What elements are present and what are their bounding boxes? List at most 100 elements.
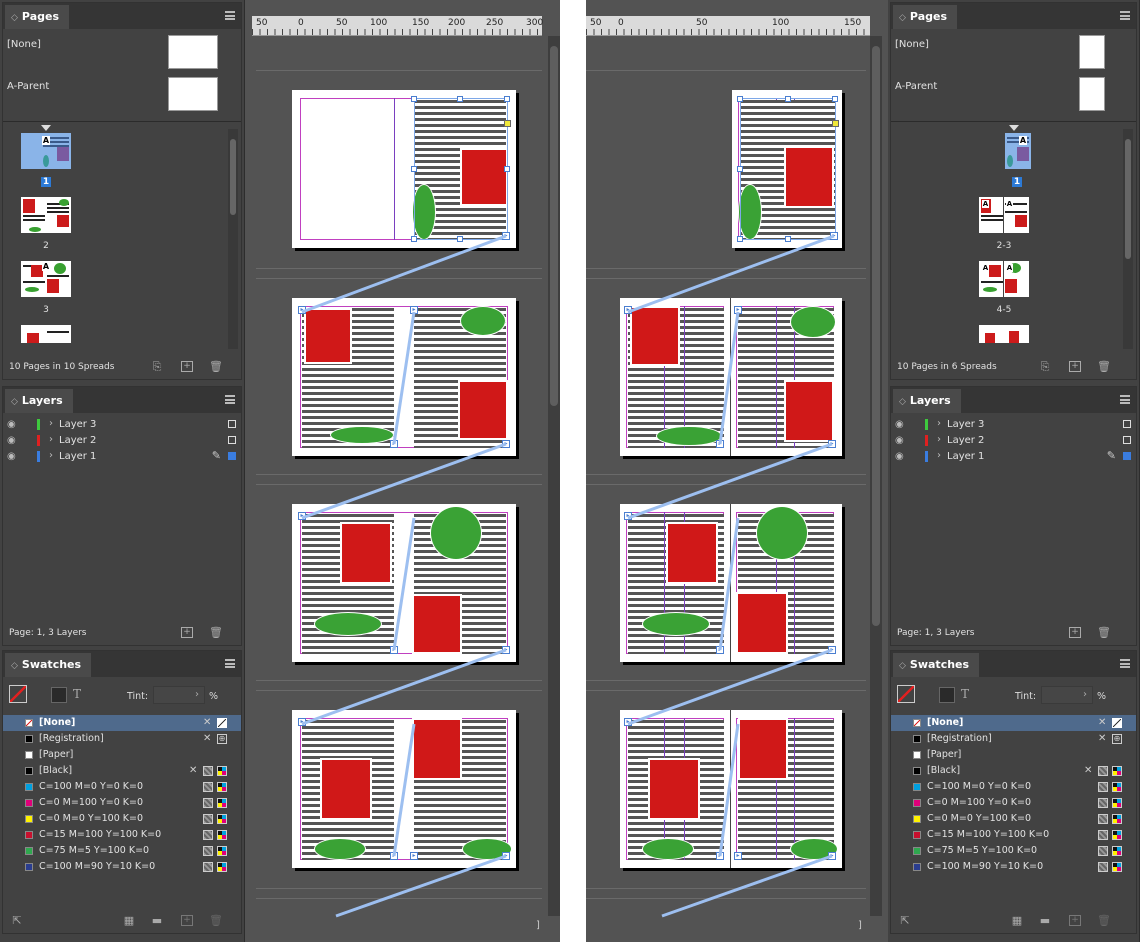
spread-pages-6-7[interactable]: ▸ ▸ ▸ ▸ [620, 710, 842, 868]
collapse-icon[interactable]: ◇ [899, 661, 906, 671]
in-port-icon[interactable]: ▸ [624, 306, 632, 314]
show-swatches-icon[interactable]: ⇱ [11, 915, 23, 926]
swatch-row[interactable]: C=15 M=100 Y=100 K=0 [3, 827, 241, 843]
horizontal-ruler[interactable]: 50 0 50 100 150 [586, 16, 870, 36]
parent-none[interactable]: [None] [7, 39, 41, 50]
select-square-icon[interactable] [228, 436, 236, 444]
fill-stroke-icon[interactable] [897, 685, 915, 703]
red-rectangle[interactable] [784, 380, 834, 442]
red-rectangle[interactable] [412, 718, 462, 780]
corner-option-icon[interactable] [832, 120, 839, 127]
out-port-icon[interactable]: ▸ [502, 646, 510, 654]
spread-pages-2-3[interactable]: ▸ ▸ ▸ ▸ [620, 298, 842, 456]
out-port-icon[interactable]: ▸ [502, 440, 510, 448]
new-swatch-icon[interactable]: + [1069, 915, 1081, 926]
out-port-icon[interactable]: ▸ [410, 852, 418, 860]
pages-scrollbar[interactable] [228, 129, 238, 349]
swatch-row[interactable]: [Paper] [891, 747, 1136, 763]
tab-pages[interactable]: ◇ Pages [893, 5, 957, 29]
new-layer-icon[interactable]: + [1069, 627, 1081, 638]
resize-handle[interactable] [457, 236, 463, 242]
swatch-row[interactable]: C=0 M=100 Y=0 K=0 [3, 795, 241, 811]
in-port-icon[interactable]: ▸ [298, 718, 306, 726]
in-port-icon[interactable]: ▸ [410, 306, 418, 314]
container-format-icon[interactable] [939, 687, 955, 703]
in-port-icon[interactable]: ▸ [624, 718, 632, 726]
canvas-scroll-thumb[interactable] [550, 46, 558, 406]
out-port-icon[interactable]: ▸ [390, 646, 398, 654]
chevron-right-icon[interactable]: › [937, 450, 941, 461]
eye-icon[interactable]: ◉ [895, 451, 907, 462]
selected-frame[interactable] [414, 98, 508, 240]
new-page-icon[interactable]: + [181, 361, 193, 372]
eye-icon[interactable]: ◉ [7, 451, 19, 462]
resize-handle[interactable] [457, 96, 463, 102]
in-port-icon[interactable]: ▸ [734, 306, 742, 314]
layer-row-3[interactable]: ◉ › Layer 3 [891, 417, 1136, 433]
chevron-right-icon[interactable]: › [937, 434, 941, 445]
folder-icon[interactable]: ▬ [1039, 915, 1051, 926]
resize-grip-icon[interactable]: ] [858, 920, 862, 931]
layer-row-1[interactable]: ◉ › Layer 1 ✎ [3, 449, 241, 465]
in-port-icon[interactable]: ▸ [298, 306, 306, 314]
trash-icon[interactable]: 🗑 [209, 627, 223, 638]
resize-handle[interactable] [785, 236, 791, 242]
fill-stroke-icon[interactable] [9, 685, 27, 703]
eye-icon[interactable]: ◉ [7, 435, 19, 446]
red-rectangle[interactable] [630, 306, 680, 366]
out-port-icon[interactable]: ▸ [734, 852, 742, 860]
parent-none-thumb[interactable] [1079, 35, 1105, 69]
swatch-row[interactable]: C=0 M=100 Y=0 K=0 [891, 795, 1136, 811]
collapse-icon[interactable]: ◇ [899, 397, 906, 407]
panel-menu-icon[interactable] [1120, 395, 1130, 404]
panel-menu-icon[interactable] [1120, 659, 1130, 668]
container-format-icon[interactable] [51, 687, 67, 703]
trash-icon[interactable]: 🗑 [209, 361, 223, 372]
corner-option-icon[interactable] [504, 120, 511, 127]
spread-page-3[interactable]: ▸ ▸ ▸ [292, 504, 516, 662]
resize-handle[interactable] [737, 96, 743, 102]
collapse-icon[interactable]: ◇ [899, 13, 906, 23]
red-rectangle[interactable] [648, 758, 700, 820]
resize-handle[interactable] [832, 96, 838, 102]
eye-icon[interactable]: ◉ [895, 419, 907, 430]
canvas-scrollbar[interactable] [548, 36, 560, 916]
select-square-icon[interactable] [228, 420, 236, 428]
selected-frame[interactable] [740, 98, 836, 240]
spread-page-1[interactable]: ▸ [732, 90, 842, 248]
page-thumb-4-partial[interactable] [21, 325, 71, 343]
page-thumb-partial[interactable] [979, 325, 1029, 343]
pages-scroll-thumb[interactable] [1125, 139, 1131, 259]
swatch-row[interactable]: [Black] ✕ [3, 763, 241, 779]
new-page-icon[interactable]: + [1069, 361, 1081, 372]
out-port-icon[interactable]: ▸ [716, 646, 724, 654]
resize-handle[interactable] [785, 96, 791, 102]
text-format-icon[interactable]: T [73, 687, 81, 701]
layer-row-2[interactable]: ◉ › Layer 2 [3, 433, 241, 449]
layer-row-1[interactable]: ◉ › Layer 1 ✎ [891, 449, 1136, 465]
resize-handle[interactable] [411, 236, 417, 242]
out-port-icon[interactable]: ▸ [830, 232, 838, 240]
eye-icon[interactable]: ◉ [895, 435, 907, 446]
resize-handle[interactable] [737, 236, 743, 242]
red-rectangle[interactable] [666, 522, 718, 584]
resize-handle[interactable] [411, 166, 417, 172]
chevron-right-icon[interactable]: › [49, 450, 53, 461]
out-port-icon[interactable]: ▸ [502, 232, 510, 240]
green-ellipse[interactable] [642, 838, 694, 860]
document-canvas-right[interactable]: 50 0 50 100 150 ▸ ▸ ▸ ▸ ▸ ▸ ▸ ▸ ▸ ▸ ▸ ▸ … [586, 0, 888, 942]
text-format-icon[interactable]: T [961, 687, 969, 701]
out-port-icon[interactable]: ▸ [828, 852, 836, 860]
resize-handle[interactable] [737, 166, 743, 172]
select-square-icon[interactable] [1123, 452, 1131, 460]
red-rectangle[interactable] [458, 380, 508, 440]
tab-swatches[interactable]: ◇ Swatches [893, 653, 980, 677]
chevron-right-icon[interactable]: › [937, 418, 941, 429]
spread-page-2[interactable]: ▸ ▸ ▸ ▸ [292, 298, 516, 456]
red-rectangle[interactable] [738, 718, 788, 780]
tab-layers[interactable]: ◇ Layers [893, 389, 961, 413]
green-ellipse[interactable] [790, 306, 836, 338]
collapse-icon[interactable]: ◇ [11, 397, 18, 407]
show-swatches-icon[interactable]: ⇱ [899, 915, 911, 926]
trash-icon[interactable]: 🗑 [1097, 915, 1111, 926]
